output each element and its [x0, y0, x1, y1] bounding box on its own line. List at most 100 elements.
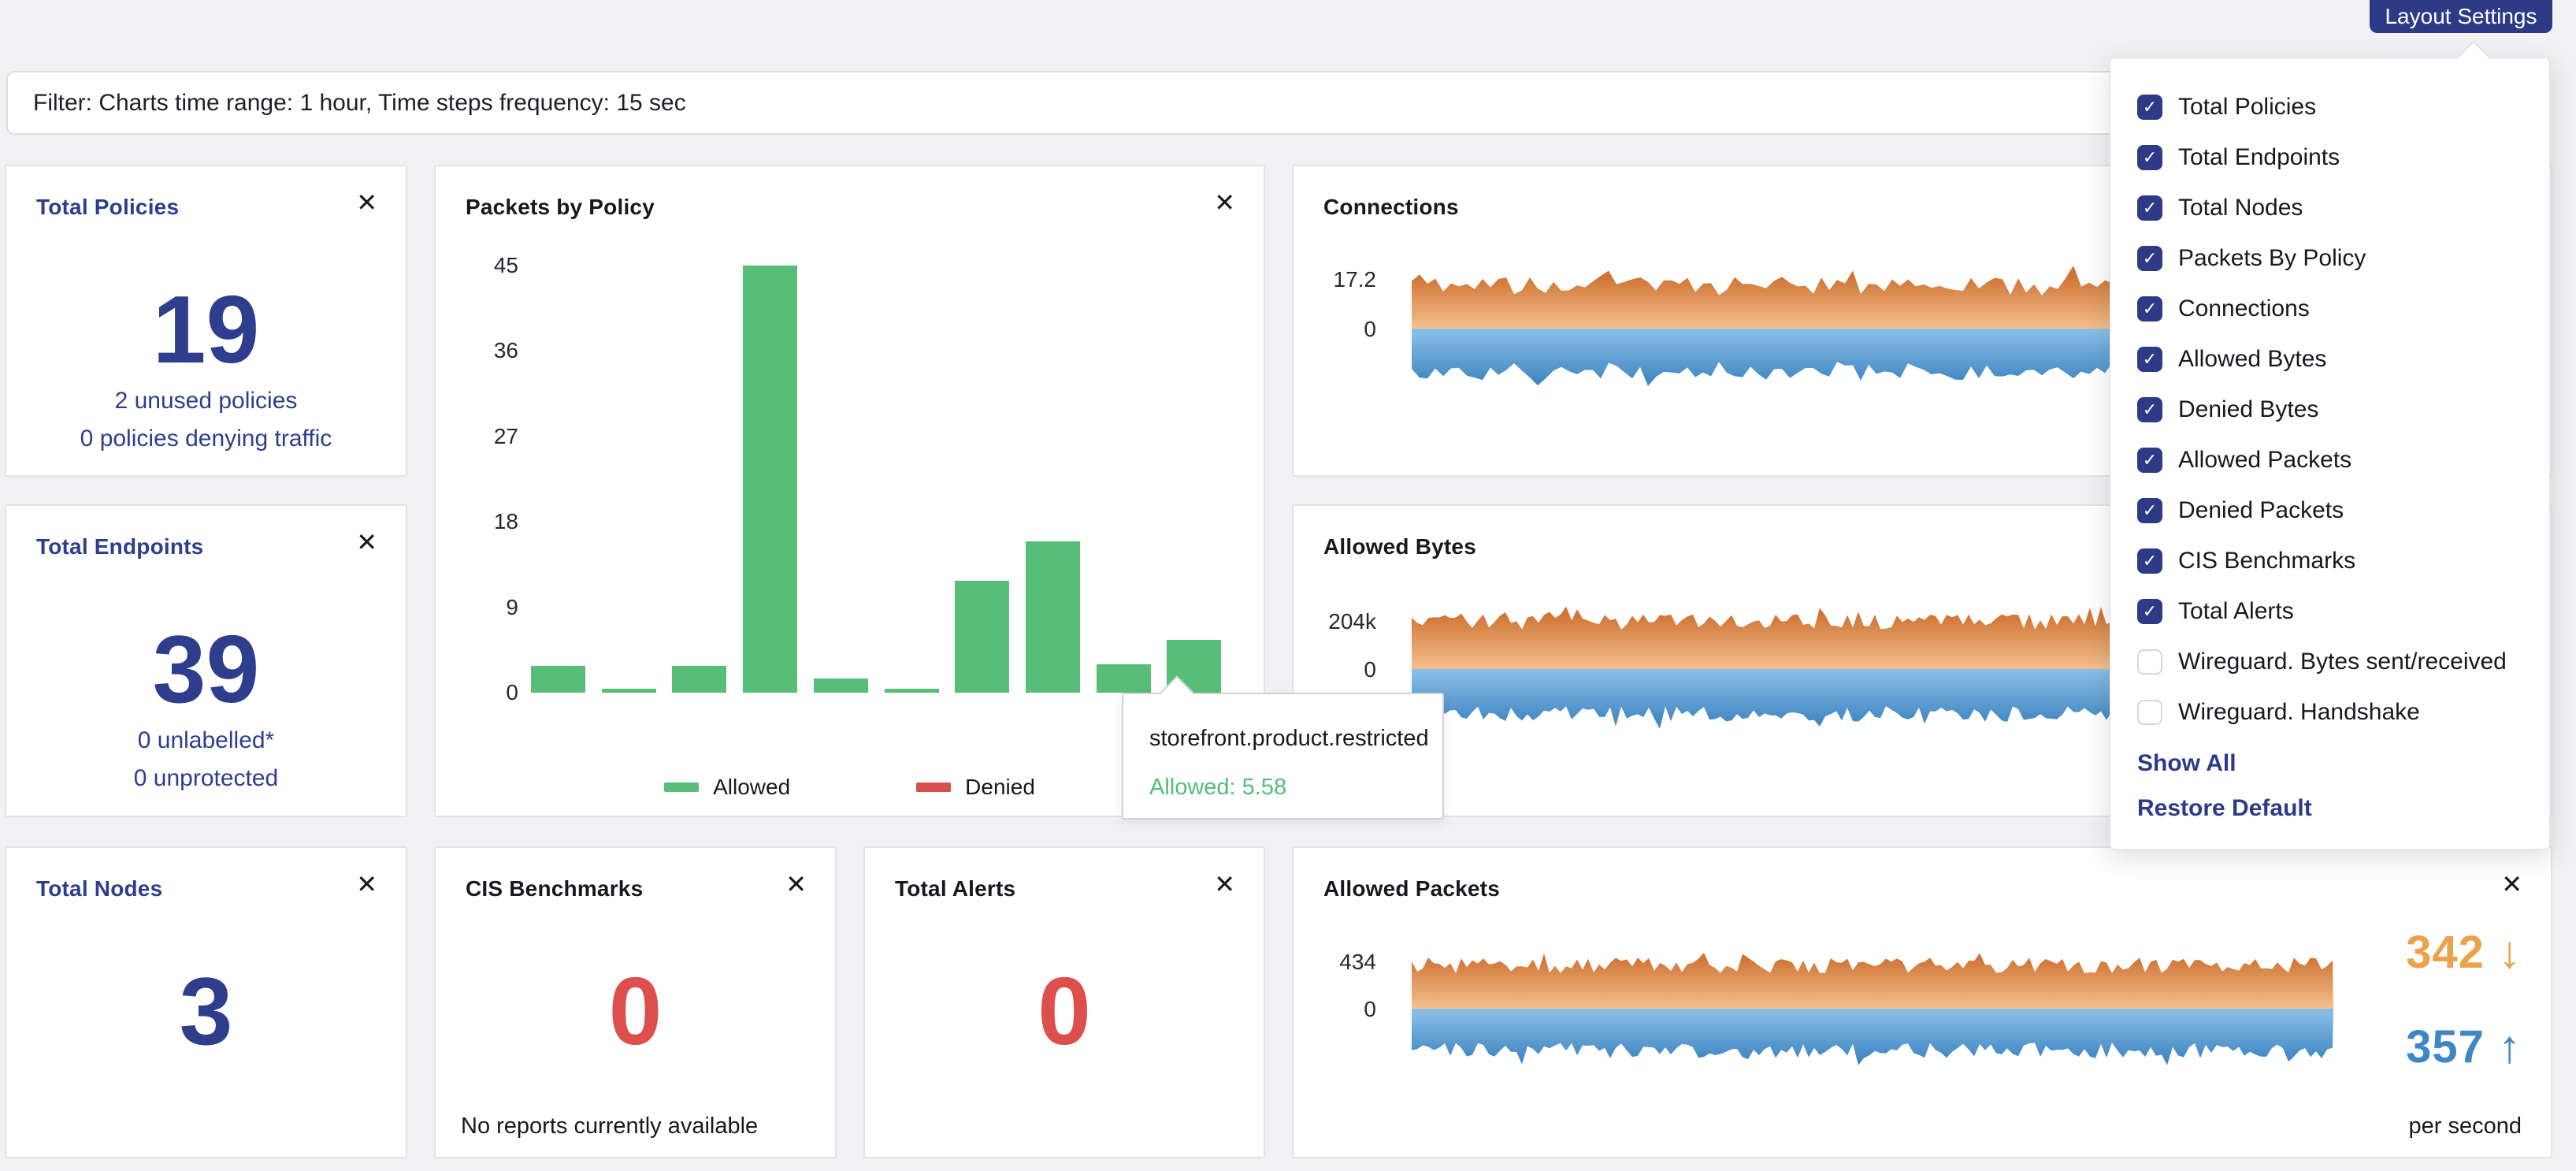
card-title: Packets by Policy [466, 195, 655, 220]
dropdown-item-connections[interactable]: ✓ Connections [2110, 284, 2549, 334]
y-tick: 0 [436, 680, 518, 705]
checked-checkbox-icon[interactable]: ✓ [2137, 296, 2162, 322]
checked-checkbox-icon[interactable]: ✓ [2137, 448, 2162, 473]
dropdown-item-total-alerts[interactable]: ✓ Total Alerts [2110, 586, 2549, 637]
close-icon[interactable]: ✕ [1214, 872, 1235, 897]
packets-sent-stat: 357 ↑ [2406, 1024, 2522, 1070]
dropdown-item-label: Allowed Packets [2178, 447, 2351, 474]
checked-checkbox-icon[interactable]: ✓ [2137, 599, 2162, 624]
dropdown-item-total-policies[interactable]: ✓ Total Policies [2110, 82, 2549, 132]
y-tick: 9 [436, 595, 518, 620]
card-title: Total Alerts [895, 876, 1015, 901]
card-title: Total Endpoints [36, 534, 203, 559]
dropdown-item-label: Wireguard. Handshake [2178, 699, 2420, 726]
legend-allowed[interactable]: Allowed [664, 775, 790, 800]
dropdown-item-wireguard-bytes-sent-received[interactable]: Wireguard. Bytes sent/received [2110, 637, 2549, 687]
card-title: Allowed Packets [1323, 876, 1500, 901]
per-second-label: per second [2409, 1113, 2522, 1139]
card-title: Connections [1323, 195, 1459, 220]
dropdown-item-label: CIS Benchmarks [2178, 548, 2355, 574]
close-icon[interactable]: ✕ [785, 872, 807, 897]
card-title: Total Policies [36, 195, 179, 220]
legend-swatch-icon [664, 783, 699, 792]
arrow-up-icon: ↑ [2498, 1021, 2522, 1072]
close-icon[interactable]: ✕ [356, 872, 377, 897]
layout-dropdown-list: ✓ Total Policies ✓ Total Endpoints ✓ Total No… [2110, 82, 2549, 738]
bar-allowed-5[interactable] [885, 689, 939, 693]
dropdown-item-label: Denied Bytes [2178, 396, 2318, 423]
dropdown-item-label: Total Endpoints [2178, 144, 2340, 171]
bar-allowed-3[interactable] [743, 266, 797, 693]
dropdown-item-denied-bytes[interactable]: ✓ Denied Bytes [2110, 385, 2549, 435]
denying-policies-line: 0 policies denying traffic [6, 426, 406, 452]
y-tick: 36 [436, 338, 518, 363]
dropdown-item-packets-by-policy[interactable]: ✓ Packets By Policy [2110, 233, 2549, 284]
dropdown-item-cis-benchmarks[interactable]: ✓ CIS Benchmarks [2110, 536, 2549, 586]
dropdown-item-wireguard-handshake[interactable]: Wireguard. Handshake [2110, 687, 2549, 738]
bar-allowed-4[interactable] [814, 678, 868, 693]
dropdown-item-allowed-packets[interactable]: ✓ Allowed Packets [2110, 435, 2549, 485]
filter-text: Filter: Charts time range: 1 hour, Time … [33, 90, 686, 117]
checked-checkbox-icon[interactable]: ✓ [2137, 397, 2162, 422]
total-policies-value: 19 [6, 281, 406, 377]
bar-allowed-7[interactable] [1026, 541, 1080, 693]
checked-checkbox-icon[interactable]: ✓ [2137, 498, 2162, 523]
cis-benchmarks-note: No reports currently available [461, 1113, 758, 1139]
dropdown-item-label: Connections [2178, 296, 2310, 322]
unlabelled-line: 0 unlabelled* [6, 727, 406, 754]
card-title: CIS Benchmarks [466, 876, 643, 901]
layout-settings-dropdown: ✓ Total Policies ✓ Total Endpoints ✓ Total No… [2110, 58, 2550, 849]
close-icon[interactable]: ✕ [356, 190, 377, 215]
dropdown-item-label: Total Policies [2178, 94, 2316, 121]
card-title: Allowed Bytes [1323, 534, 1476, 559]
checked-checkbox-icon[interactable]: ✓ [2137, 95, 2162, 120]
dropdown-item-allowed-bytes[interactable]: ✓ Allowed Bytes [2110, 334, 2549, 385]
dropdown-caret [2455, 40, 2491, 76]
bar-allowed-0[interactable] [531, 666, 585, 693]
dropdown-item-denied-packets[interactable]: ✓Denied Packets [2110, 485, 2549, 536]
arrow-down-icon: ↓ [2498, 927, 2522, 978]
legend-denied[interactable]: Denied [916, 775, 1035, 800]
bar-allowed-6[interactable] [955, 581, 1009, 693]
unchecked-checkbox-icon[interactable] [2137, 649, 2162, 675]
checked-checkbox-icon[interactable]: ✓ [2137, 347, 2162, 372]
close-icon[interactable]: ✕ [1214, 190, 1235, 215]
card-total-alerts: Total Alerts ✕ 0 [863, 846, 1265, 1158]
dropdown-item-total-nodes[interactable]: ✓ Total Nodes [2110, 183, 2549, 233]
unused-policies-line: 2 unused policies [6, 388, 406, 414]
tooltip-allowed-value: Allowed: 5.58 [1149, 775, 1286, 801]
card-total-policies: Total Policies ✕ 19 2 unused policies 0 … [5, 165, 407, 477]
bar-allowed-1[interactable] [602, 689, 656, 693]
dropdown-item-label: Total Nodes [2178, 195, 2303, 221]
card-total-nodes: Total Nodes ✕ 3 [5, 846, 407, 1158]
card-allowed-packets: Allowed Packets ✕ 434 0 342 ↓ 357 ↑ per … [1292, 846, 2552, 1158]
close-icon[interactable]: ✕ [2501, 872, 2522, 897]
close-icon[interactable]: ✕ [356, 530, 377, 555]
checked-checkbox-icon[interactable]: ✓ [2137, 246, 2162, 271]
layout-settings-button[interactable]: Layout Settings [2370, 0, 2552, 33]
unchecked-checkbox-icon[interactable] [2137, 700, 2162, 725]
packets-received-stat: 342 ↓ [2406, 930, 2522, 976]
bar-allowed-2[interactable] [672, 666, 726, 693]
total-endpoints-value: 39 [6, 621, 406, 717]
checked-checkbox-icon[interactable]: ✓ [2137, 195, 2162, 221]
dropdown-item-label: Allowed Bytes [2178, 346, 2326, 373]
show-all-link[interactable]: Show All [2137, 750, 2236, 777]
card-total-endpoints: Total Endpoints ✕ 39 0 unlabelled* 0 unp… [5, 504, 407, 817]
restore-default-link[interactable]: Restore Default [2137, 795, 2312, 822]
card-title: Total Nodes [36, 876, 162, 901]
dropdown-item-label: Packets By Policy [2178, 245, 2366, 272]
cis-benchmarks-value: 0 [436, 963, 835, 1059]
y-tick: 45 [436, 253, 518, 278]
bar-allowed-8[interactable] [1097, 664, 1151, 693]
y-tick: 27 [436, 424, 518, 449]
checked-checkbox-icon[interactable]: ✓ [2137, 145, 2162, 170]
card-cis-benchmarks: CIS Benchmarks ✕ 0 No reports currently … [434, 846, 837, 1158]
dropdown-item-label: Total Alerts [2178, 598, 2294, 625]
unprotected-line: 0 unprotected [6, 765, 406, 792]
tooltip-policy-name: storefront.product.restricted [1149, 726, 1429, 752]
total-nodes-value: 3 [6, 963, 406, 1059]
dropdown-item-total-endpoints[interactable]: ✓ Total Endpoints [2110, 132, 2549, 183]
y-tick: 18 [436, 509, 518, 534]
checked-checkbox-icon[interactable]: ✓ [2137, 548, 2162, 574]
